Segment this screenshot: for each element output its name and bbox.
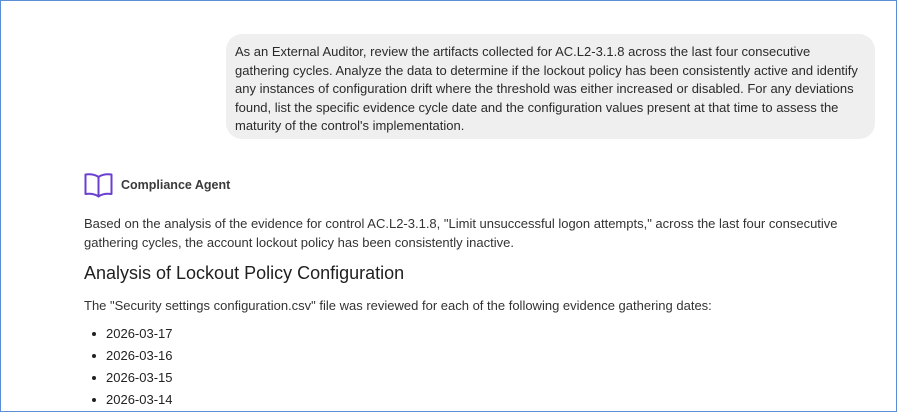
evidence-date: 2026-03-16 (106, 348, 173, 363)
bullet-icon (92, 398, 96, 402)
agent-name: Compliance Agent (121, 177, 231, 192)
evidence-date: 2026-03-17 (106, 326, 173, 341)
response-heading: Analysis of Lockout Policy Configuration (84, 263, 405, 283)
evidence-date: 2026-03-14 (106, 392, 173, 407)
bullet-icon (92, 354, 96, 358)
user-message-text: As an External Auditor, review the artif… (235, 44, 858, 134)
agent-response: Based on the analysis of the evidence fo… (84, 214, 874, 411)
evidence-date: 2026-03-15 (106, 370, 173, 385)
response-files-reviewed: The "Security settings configuration.csv… (84, 298, 712, 313)
bullet-icon (92, 376, 96, 380)
list-item: 2026-03-14 (84, 389, 874, 411)
evidence-date-list: 2026-03-17 2026-03-16 2026-03-15 2026-03… (84, 323, 874, 411)
bullet-icon (92, 332, 96, 336)
list-item: 2026-03-15 (84, 367, 874, 389)
list-item: 2026-03-17 (84, 323, 874, 345)
response-intro: Based on the analysis of the evidence fo… (84, 216, 838, 250)
list-item: 2026-03-16 (84, 345, 874, 367)
chat-frame: As an External Auditor, review the artif… (0, 0, 897, 412)
agent-header: Compliance Agent (84, 171, 230, 198)
book-icon (84, 171, 113, 198)
user-message-bubble: As an External Auditor, review the artif… (226, 34, 875, 139)
